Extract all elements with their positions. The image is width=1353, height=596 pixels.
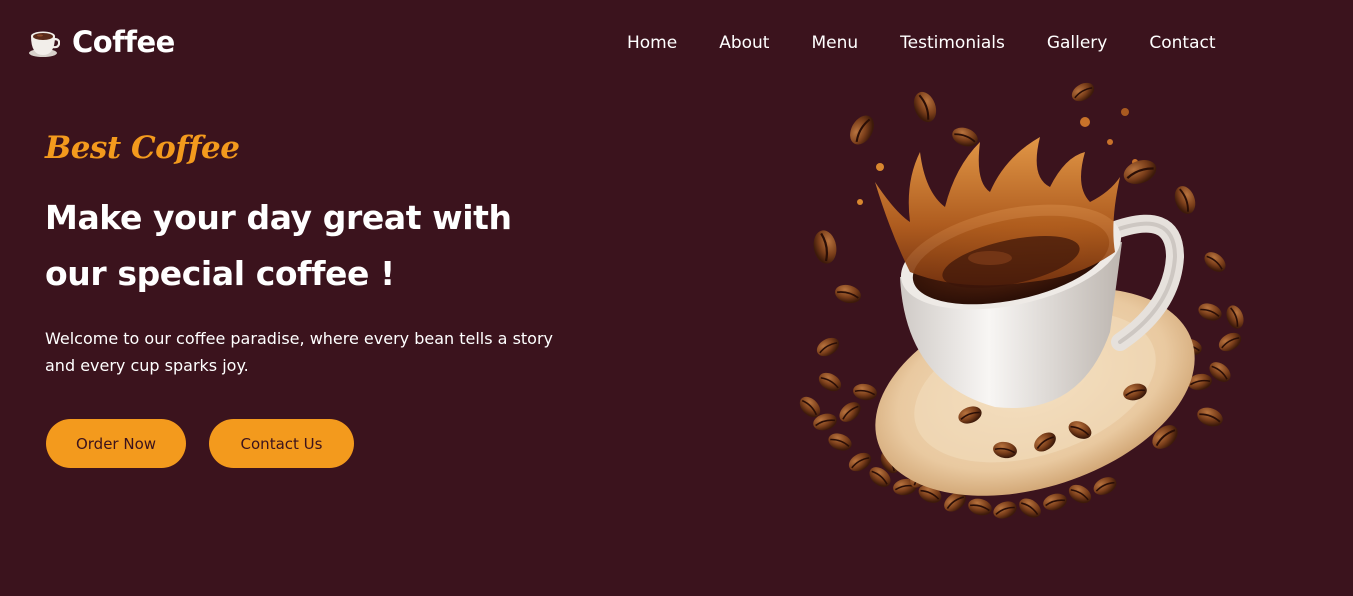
hero-description: Welcome to our coffee paradise, where ev… bbox=[45, 329, 554, 375]
main-nav: Home About Menu Testimonials Gallery Con… bbox=[606, 29, 1237, 57]
order-now-button[interactable]: Order Now bbox=[46, 419, 186, 468]
nav-item-contact[interactable]: Contact bbox=[1128, 29, 1236, 57]
nav-item-gallery[interactable]: Gallery bbox=[1026, 29, 1129, 57]
brand-logo[interactable]: Coffee bbox=[26, 22, 175, 62]
coffee-cup-icon bbox=[29, 31, 60, 57]
nav-item-about[interactable]: About bbox=[698, 29, 790, 57]
nav-item-home[interactable]: Home bbox=[606, 29, 698, 57]
brand-name: Coffee bbox=[72, 25, 175, 59]
nav-item-menu[interactable]: Menu bbox=[790, 29, 879, 57]
hero-headline: Make your day great with our special cof… bbox=[45, 190, 565, 302]
contact-us-button[interactable]: Contact Us bbox=[209, 419, 354, 468]
hero-headline-line1: Make your day great with bbox=[45, 198, 512, 237]
hero-headline-line2: our special coffee ! bbox=[45, 254, 395, 293]
coffee-splash-illustration bbox=[795, 82, 1248, 523]
hero-tagline: Best Coffee bbox=[45, 130, 240, 166]
nav-item-testimonials[interactable]: Testimonials bbox=[879, 29, 1026, 57]
